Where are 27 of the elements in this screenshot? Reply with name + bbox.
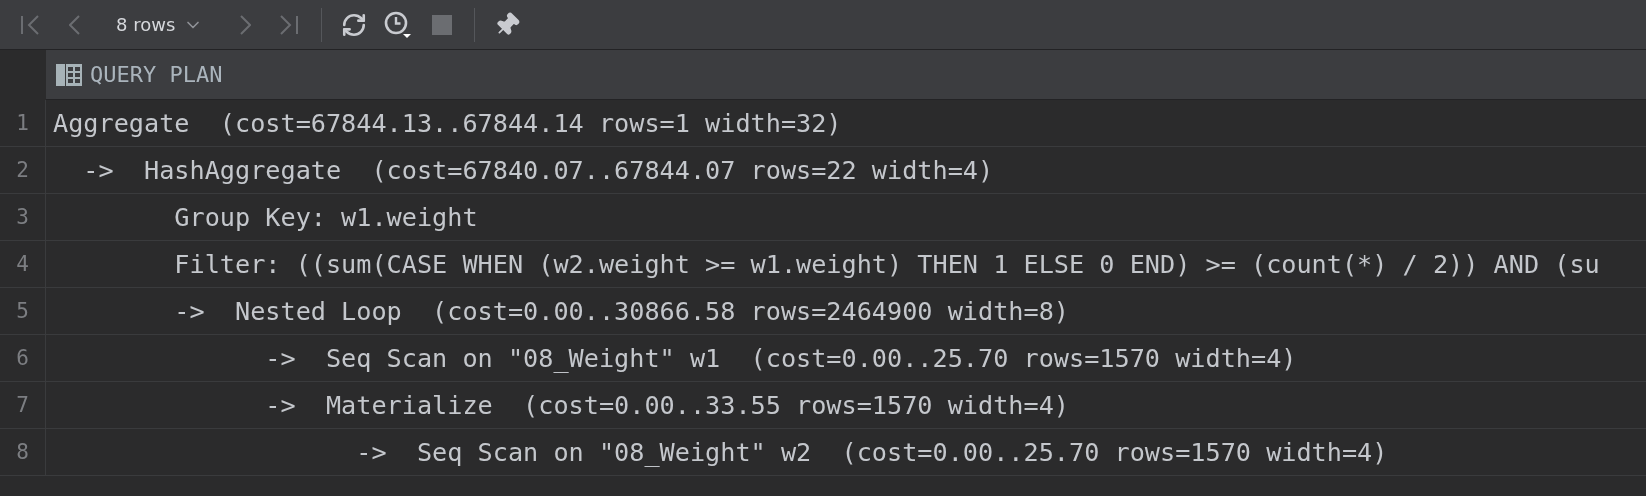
chevron-left-icon xyxy=(68,14,80,35)
row-number: 3 xyxy=(0,194,46,240)
row-number: 1 xyxy=(0,100,46,146)
last-page-icon xyxy=(279,14,300,35)
chevron-right-icon xyxy=(239,14,251,35)
table-cell-text: -> Seq Scan on "08_Weight" w1 (cost=0.00..25.70 rows=1570 width=4) xyxy=(264,342,1298,375)
page-size-dropdown[interactable]: 8 rows xyxy=(106,6,214,43)
table-cell-text: -> HashAggregate (cost=67840.07..67844.07 rows=22 width=4) xyxy=(82,154,995,187)
row-number: 8 xyxy=(0,429,46,475)
first-page-icon xyxy=(20,14,40,35)
row-number: 4 xyxy=(0,241,46,287)
table-cell-text: -> Nested Loop (cost=0.00..30866.58 rows=2464900 width=8) xyxy=(173,295,1070,328)
stop-icon xyxy=(432,14,453,35)
table-cell-text: Aggregate (cost=67844.13..67844.14 rows=1 width=32) xyxy=(52,107,843,140)
table-cell-text: -> Seq Scan on "08_Weight" w2 (cost=0.00..25.70 rows=1570 width=4) xyxy=(355,436,1389,469)
table-cell-text: Group Key: w1.weight xyxy=(173,201,479,234)
refresh-icon xyxy=(341,11,368,38)
row-number: 5 xyxy=(0,288,46,334)
clock-icon xyxy=(383,9,414,40)
column-header[interactable]: QUERY PLAN xyxy=(46,50,1646,100)
column-title: QUERY PLAN xyxy=(90,62,223,87)
row-number: 2 xyxy=(0,147,46,193)
table-icon xyxy=(56,63,82,86)
row-number: 6 xyxy=(0,335,46,381)
table-cell-text: Filter: ((sum(CASE WHEN (w2.weight >= w1.weight) THEN 1 ELSE 0 END) >= (count(*) / 2)) AND (su xyxy=(173,248,1601,281)
table-cell-text: -> Materialize (cost=0.00..33.55 rows=1570 width=4) xyxy=(264,389,1070,422)
row-number: 7 xyxy=(0,382,46,428)
